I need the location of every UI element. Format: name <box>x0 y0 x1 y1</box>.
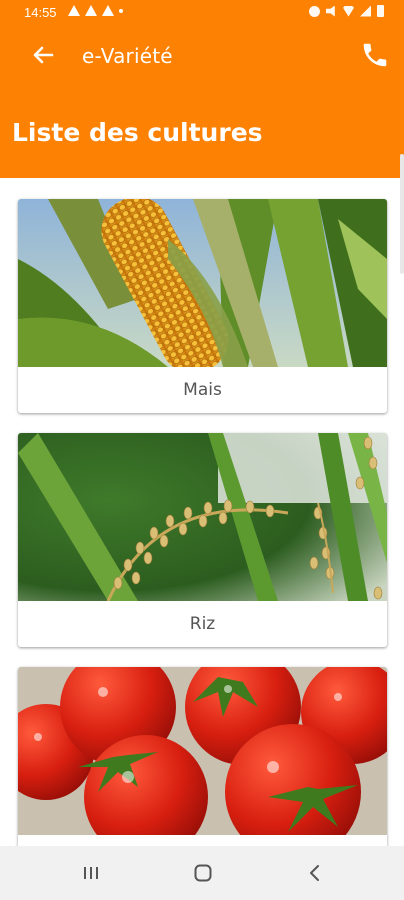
crop-label: Mais <box>183 380 222 400</box>
tomato-image <box>18 667 387 835</box>
arrow-left-icon <box>33 46 54 64</box>
toolbar-title: e-Variété <box>82 44 173 68</box>
notification-icon <box>102 4 114 16</box>
app-header: 14:55 e-Variété Liste des cultures <box>0 0 404 178</box>
signal-icon <box>360 5 371 17</box>
alarm-icon <box>309 5 320 17</box>
recent-apps-icon <box>84 867 98 879</box>
call-button[interactable] <box>360 40 390 70</box>
system-nav-bar <box>0 846 404 900</box>
system-icons <box>309 5 384 17</box>
back-button[interactable] <box>28 40 58 70</box>
mute-icon <box>326 5 335 17</box>
status-bar: 14:55 <box>0 0 404 26</box>
crop-label <box>18 835 387 846</box>
crop-card-riz[interactable]: Riz <box>18 433 387 647</box>
nav-back-button[interactable] <box>300 858 330 888</box>
recent-apps-button[interactable] <box>76 858 106 888</box>
page-title: Liste des cultures <box>12 118 263 147</box>
toolbar: e-Variété <box>0 26 404 86</box>
home-button[interactable] <box>188 858 218 888</box>
notification-icon <box>68 4 80 16</box>
home-icon <box>194 864 212 882</box>
crop-card-tomate[interactable] <box>18 667 387 846</box>
app-screen: 14:55 e-Variété Liste des cultures Mais … <box>0 0 404 900</box>
crop-label: Riz <box>189 614 216 634</box>
notification-icon <box>85 4 97 16</box>
battery-icon <box>377 5 384 17</box>
notification-icons <box>68 4 123 16</box>
nav-back-icon <box>310 865 319 881</box>
crop-card-mais[interactable]: Mais <box>18 199 387 413</box>
status-time: 14:55 <box>24 5 57 20</box>
more-notifications-icon <box>119 9 123 13</box>
rice-image <box>18 433 387 601</box>
crop-list: Mais Riz <box>0 178 404 846</box>
corn-image <box>18 199 387 367</box>
phone-icon <box>363 43 387 67</box>
wifi-icon <box>343 5 354 17</box>
